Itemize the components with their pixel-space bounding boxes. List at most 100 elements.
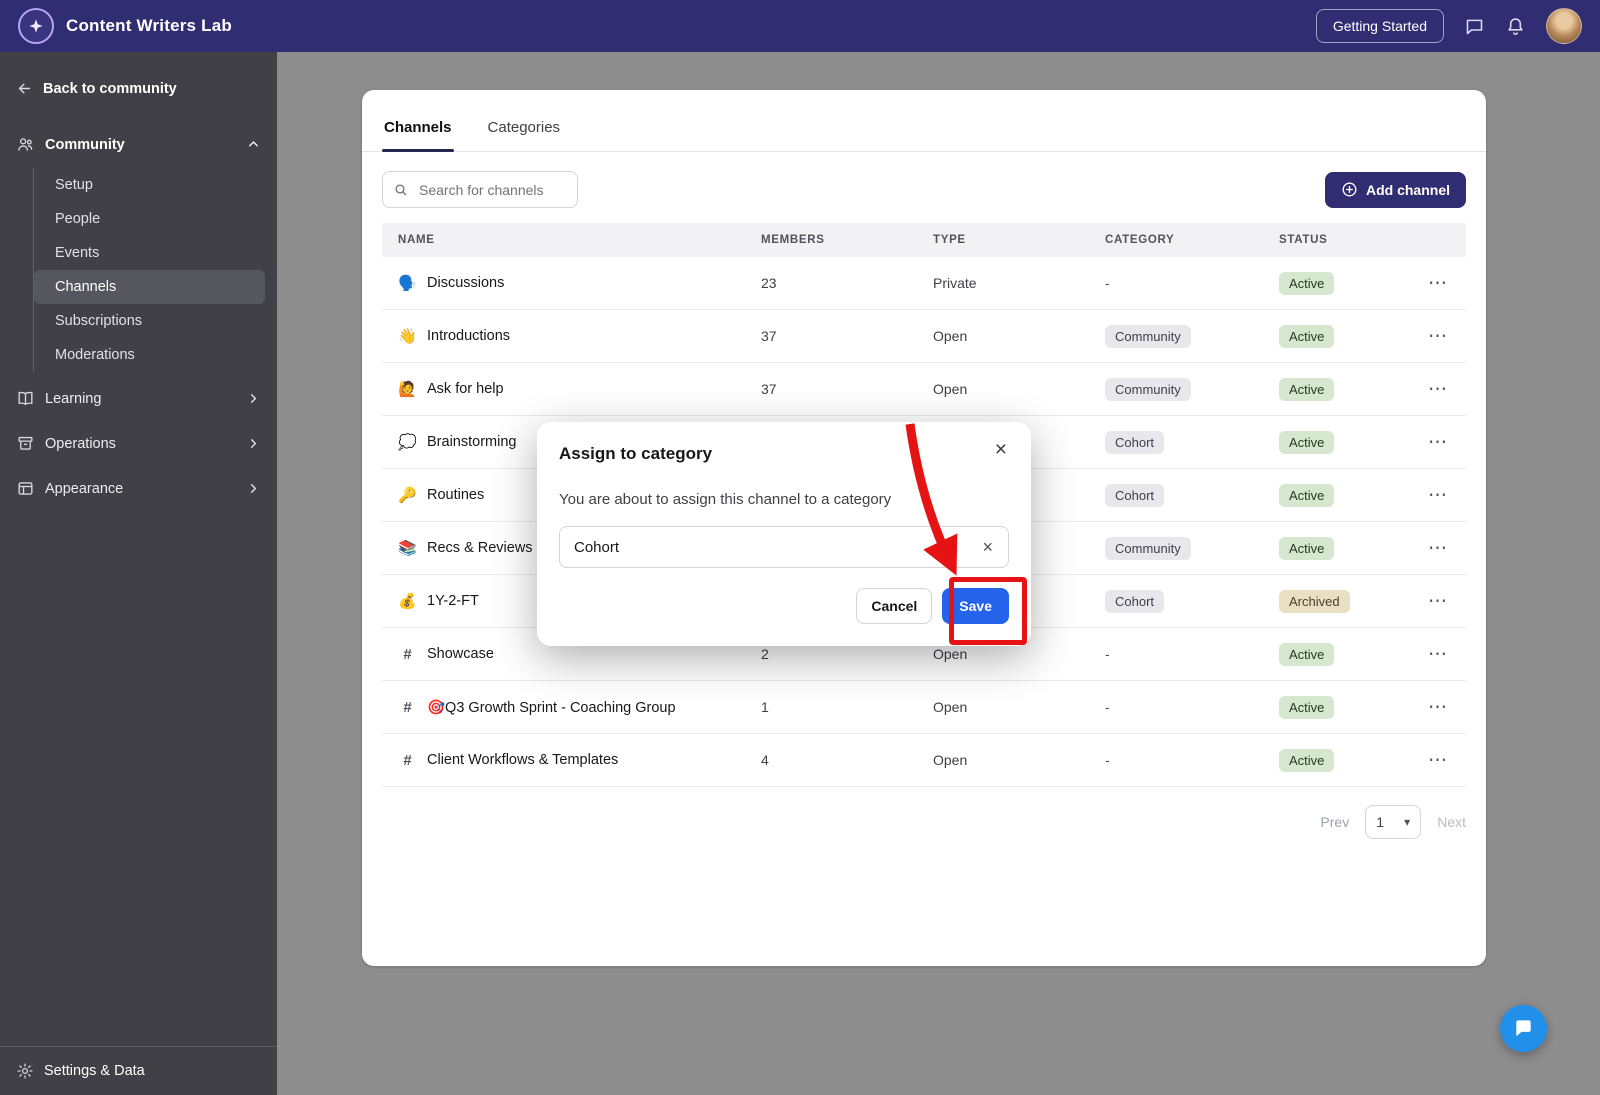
community-people-icon xyxy=(16,135,35,154)
status-badge: Active xyxy=(1279,642,1335,666)
channel-name: Recs & Reviews xyxy=(427,540,533,556)
row-actions-cell: ⋯ xyxy=(1406,644,1466,665)
page-number: 1 xyxy=(1376,814,1384,830)
channel-name: Routines xyxy=(427,487,485,503)
row-actions-cell: ⋯ xyxy=(1406,538,1466,559)
user-avatar[interactable] xyxy=(1546,8,1582,44)
channel-status-cell: Active xyxy=(1263,324,1406,348)
chevron-right-icon xyxy=(246,391,261,406)
back-to-community-link[interactable]: Back to community xyxy=(0,52,277,109)
row-actions-cell: ⋯ xyxy=(1406,697,1466,718)
channel-category: Cohort xyxy=(1105,483,1165,507)
sidebar-section-community[interactable]: Community xyxy=(0,123,277,166)
chevron-right-icon xyxy=(246,481,261,496)
admin-sidebar: Back to community Community Setup People… xyxy=(0,52,277,1095)
channel-status-cell: Active xyxy=(1263,271,1406,295)
channel-category: Community xyxy=(1105,536,1191,560)
plus-circle-icon xyxy=(1341,181,1358,198)
appearance-label: Appearance xyxy=(45,480,124,497)
brand-logo-icon xyxy=(18,8,54,44)
sidebar-item-appearance[interactable]: Appearance xyxy=(0,466,277,511)
header-category: CATEGORY xyxy=(1105,234,1175,246)
channel-name-cell: # Client Workflows & Templates xyxy=(382,752,745,769)
channel-category-cell: - xyxy=(1089,699,1263,715)
channel-status-cell: Active xyxy=(1263,430,1406,454)
caret-down-icon: ▾ xyxy=(1404,815,1411,829)
table-row: 🗣️ Discussions 23 Private - Active ⋯ xyxy=(382,257,1466,310)
status-badge: Active xyxy=(1279,536,1335,560)
channel-status-cell: Archived xyxy=(1263,589,1406,613)
row-actions-cell: ⋯ xyxy=(1406,326,1466,347)
modal-footer: Cancel Save xyxy=(559,588,1009,624)
channel-category: - xyxy=(1105,646,1110,662)
channel-status-cell: Active xyxy=(1263,483,1406,507)
row-menu-button[interactable]: ⋯ xyxy=(1422,326,1454,347)
channel-search[interactable] xyxy=(382,171,578,208)
settings-and-data-link[interactable]: Settings & Data xyxy=(0,1046,277,1095)
status-badge: Active xyxy=(1279,377,1335,401)
page-select[interactable]: 1 ▾ xyxy=(1365,805,1422,839)
pagination-next[interactable]: Next xyxy=(1437,814,1466,830)
channel-category-cell: Cohort xyxy=(1089,483,1263,507)
chevron-up-icon xyxy=(246,137,261,152)
save-button[interactable]: Save xyxy=(942,588,1009,624)
row-menu-button[interactable]: ⋯ xyxy=(1422,379,1454,400)
notifications-bell-icon[interactable] xyxy=(1505,16,1526,37)
channel-members: 1 xyxy=(761,699,769,715)
tab-channels[interactable]: Channels xyxy=(382,119,454,152)
channel-category: Cohort xyxy=(1105,589,1165,613)
sidebar-item-moderations[interactable]: Moderations xyxy=(34,338,265,372)
tab-categories[interactable]: Categories xyxy=(486,119,563,151)
row-actions-cell: ⋯ xyxy=(1406,273,1466,294)
header-type: TYPE xyxy=(933,234,966,246)
messages-icon[interactable] xyxy=(1464,16,1485,37)
header-members: MEMBERS xyxy=(761,234,825,246)
status-badge: Active xyxy=(1279,324,1335,348)
row-menu-button[interactable]: ⋯ xyxy=(1422,273,1454,294)
category-input[interactable] xyxy=(559,526,1009,568)
sidebar-item-events[interactable]: Events xyxy=(34,236,265,270)
channel-category-cell: Community xyxy=(1089,377,1263,401)
row-menu-button[interactable]: ⋯ xyxy=(1422,591,1454,612)
community-subnav: Setup People Events Channels Subscriptio… xyxy=(33,168,265,372)
assign-category-modal: Assign to category × You are about to as… xyxy=(537,422,1031,646)
channel-name: Discussions xyxy=(427,275,505,291)
header-name: NAME xyxy=(398,234,435,246)
row-menu-button[interactable]: ⋯ xyxy=(1422,644,1454,665)
chat-widget-button[interactable] xyxy=(1500,1005,1547,1052)
row-menu-button[interactable]: ⋯ xyxy=(1422,697,1454,718)
add-channel-button[interactable]: Add channel xyxy=(1324,171,1466,208)
sidebar-item-subscriptions[interactable]: Subscriptions xyxy=(34,304,265,338)
row-menu-button[interactable]: ⋯ xyxy=(1422,432,1454,453)
tab-bar: Channels Categories xyxy=(362,90,1486,152)
close-icon[interactable]: × xyxy=(989,438,1013,461)
channel-category: Cohort xyxy=(1105,430,1165,454)
status-badge: Active xyxy=(1279,695,1335,719)
sidebar-item-people[interactable]: People xyxy=(34,202,265,236)
channel-name-cell: 👋 Introductions xyxy=(382,327,745,345)
clear-icon[interactable]: × xyxy=(976,537,999,557)
channel-name: Brainstorming xyxy=(427,434,517,450)
modal-description: You are about to assign this channel to … xyxy=(559,491,892,508)
channel-icon: 💭 xyxy=(398,434,417,451)
channel-type: Open xyxy=(933,646,968,662)
add-channel-label: Add channel xyxy=(1365,181,1450,198)
channel-name-cell: # 🎯Q3 Growth Sprint - Coaching Group xyxy=(382,699,745,716)
sidebar-item-setup[interactable]: Setup xyxy=(34,168,265,202)
search-input[interactable] xyxy=(417,180,567,199)
brand-title: Content Writers Lab xyxy=(66,16,232,35)
sidebar-item-channels[interactable]: Channels xyxy=(34,270,265,304)
cancel-button[interactable]: Cancel xyxy=(856,588,933,624)
row-menu-button[interactable]: ⋯ xyxy=(1422,485,1454,506)
channel-category: - xyxy=(1105,699,1110,715)
sidebar-item-learning[interactable]: Learning xyxy=(0,376,277,421)
row-menu-button[interactable]: ⋯ xyxy=(1422,750,1454,771)
table-header-row: NAME MEMBERS TYPE CATEGORY STATUS xyxy=(382,223,1466,257)
channel-type: Private xyxy=(933,275,977,291)
sidebar-item-operations[interactable]: Operations xyxy=(0,421,277,466)
archive-box-icon xyxy=(16,434,35,453)
learning-label: Learning xyxy=(45,390,102,407)
getting-started-button[interactable]: Getting Started xyxy=(1315,9,1444,43)
pagination-prev[interactable]: Prev xyxy=(1320,814,1349,830)
row-menu-button[interactable]: ⋯ xyxy=(1422,538,1454,559)
